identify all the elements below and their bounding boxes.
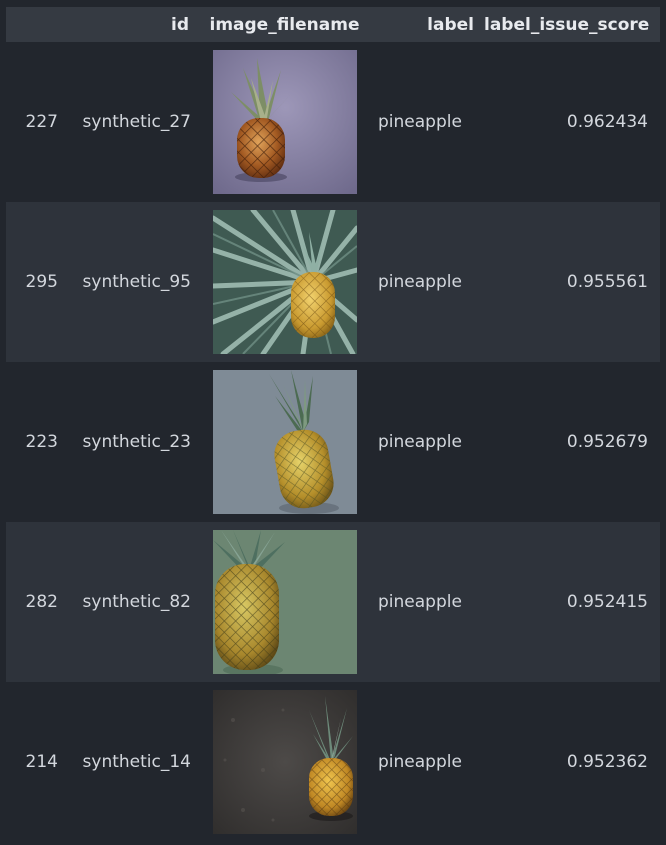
row-index: 282	[25, 592, 58, 612]
table-row: 223 synthetic_23 pineapple 0.952679	[6, 362, 660, 522]
header-label: label	[427, 14, 474, 35]
row-label: pineapple	[378, 112, 462, 132]
row-index: 227	[25, 112, 58, 132]
row-image-cell	[201, 362, 368, 522]
row-label: pineapple	[378, 432, 462, 452]
row-label: pineapple	[378, 752, 462, 772]
row-id: synthetic_27	[82, 112, 191, 132]
row-label-issue-score: 0.952415	[566, 592, 648, 612]
table-row: 282 synthetic_82 pineapple 0.952415	[6, 522, 660, 682]
row-label: pineapple	[378, 592, 462, 612]
dataframe-table: id image_filename label label_issue_scor…	[6, 7, 660, 842]
header-row: id image_filename label label_issue_scor…	[6, 7, 660, 42]
table-body: 227 synthetic_27 pineapple 0.962434 295 …	[6, 42, 660, 842]
pineapple-thumbnail-image	[212, 690, 357, 834]
row-index: 214	[25, 752, 58, 772]
pineapple-thumbnail-image	[212, 530, 357, 674]
table-row: 227 synthetic_27 pineapple 0.962434	[6, 42, 660, 202]
row-label: pineapple	[378, 272, 462, 292]
row-image-cell	[201, 522, 368, 682]
row-id: synthetic_23	[82, 432, 191, 452]
header-image-filename: image_filename	[209, 14, 360, 35]
row-index: 223	[25, 432, 58, 452]
row-label-issue-score: 0.962434	[566, 112, 648, 132]
notebook-output: id image_filename label label_issue_scor…	[0, 0, 666, 845]
header-id: id	[171, 14, 189, 35]
row-id: synthetic_95	[82, 272, 191, 292]
row-label-issue-score: 0.952362	[566, 752, 648, 772]
row-label-issue-score: 0.955561	[566, 272, 648, 292]
table-header: id image_filename label label_issue_scor…	[6, 7, 660, 42]
row-id: synthetic_82	[82, 592, 191, 612]
row-image-cell	[201, 682, 368, 842]
header-index	[6, 7, 61, 42]
table-row: 295 synthetic_95 pineapple 0.955561	[6, 202, 660, 362]
row-image-cell	[201, 42, 368, 202]
row-image-cell	[201, 202, 368, 362]
row-label-issue-score: 0.952679	[566, 432, 648, 452]
pineapple-thumbnail-image	[212, 210, 357, 354]
table-row: 214 synthetic_14 pineapple 0.952362	[6, 682, 660, 842]
row-id: synthetic_14	[82, 752, 191, 772]
row-index: 295	[25, 272, 58, 292]
pineapple-thumbnail-image	[212, 370, 357, 514]
header-label-issue-score: label_issue_score	[484, 14, 650, 35]
pineapple-thumbnail-image	[212, 50, 357, 194]
